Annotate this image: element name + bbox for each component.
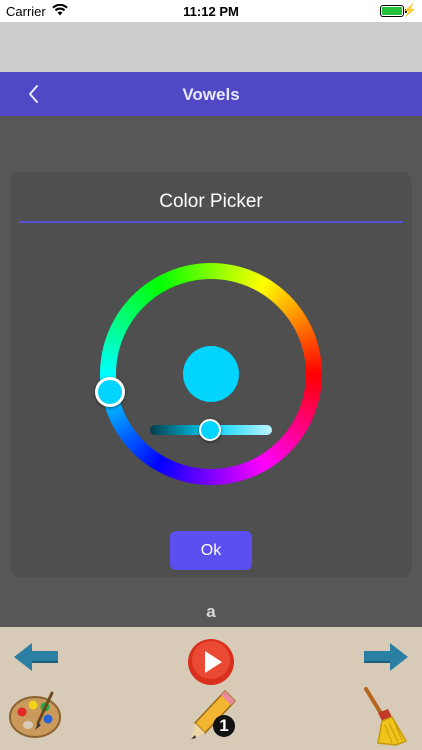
next-button[interactable] (362, 641, 410, 673)
dialog-title: Color Picker (159, 191, 263, 212)
right-arrow-icon (364, 643, 408, 671)
left-arrow-icon (14, 643, 58, 671)
brightness-handle[interactable] (199, 419, 221, 441)
pencil-icon (191, 689, 237, 739)
play-icon (188, 639, 234, 685)
battery-icon (380, 5, 407, 17)
navigation-bar: Vowels (0, 72, 422, 116)
clear-button[interactable] (358, 685, 408, 747)
status-time: 11:12 PM (183, 4, 239, 19)
pencil-badge: 1 (213, 715, 235, 737)
selected-color-preview (183, 346, 239, 402)
palette-button[interactable] (8, 689, 64, 741)
dialog-divider (19, 221, 403, 223)
bottom-toolbar: 1 (0, 627, 422, 750)
current-letter: a (206, 602, 216, 621)
back-button[interactable] (20, 80, 50, 108)
status-bar: Carrier 11:12 PM ⚡ (0, 0, 422, 22)
palette-icon (9, 691, 61, 738)
page-title: Vowels (182, 85, 240, 104)
charging-bolt-icon: ⚡ (402, 3, 417, 17)
header-spacer (0, 22, 422, 72)
ok-button[interactable]: Ok (170, 531, 252, 570)
previous-button[interactable] (12, 641, 60, 673)
color-picker-dialog: Color Picker Ok (10, 172, 412, 577)
play-button[interactable] (187, 638, 235, 686)
hue-handle[interactable] (95, 377, 125, 407)
broom-icon (364, 687, 408, 746)
pencil-button[interactable]: 1 (187, 687, 239, 745)
chevron-left-icon (29, 85, 38, 103)
